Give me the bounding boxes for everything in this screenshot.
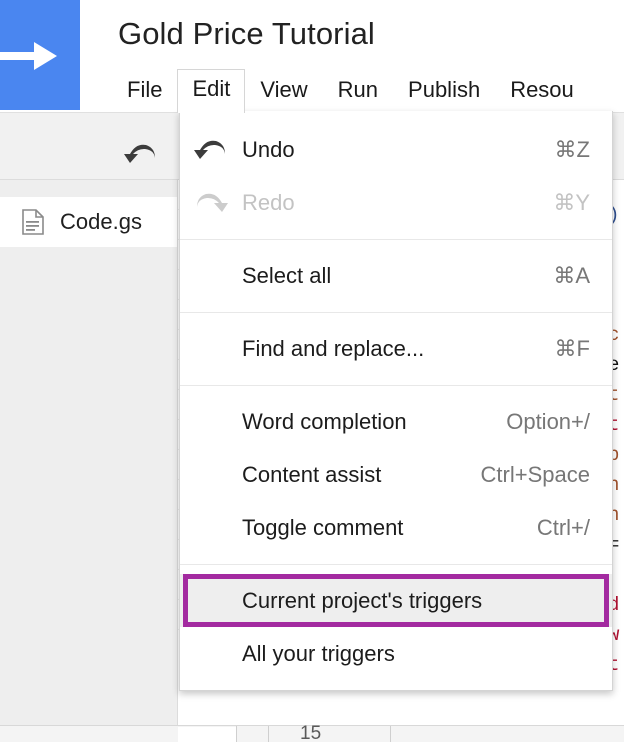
menu-item-select-all[interactable]: Select all ⌘A — [180, 249, 612, 302]
menu-item-shortcut: Ctrl+Space — [480, 461, 590, 487]
menu-item-shortcut: ⌘A — [553, 262, 590, 288]
menu-item-find-and-replace[interactable]: Find and replace... ⌘F — [180, 322, 612, 375]
menu-item-label: Find and replace... — [242, 335, 425, 361]
menu-item-label: Current project's triggers — [242, 587, 483, 613]
menu-item-label: All your triggers — [242, 640, 395, 666]
menu-separator — [180, 312, 612, 313]
menu-item-label: Word completion — [242, 408, 407, 434]
edit-dropdown-menu: Undo ⌘Z Redo ⌘Y Select all ⌘A Find and r… — [179, 111, 613, 691]
menu-item-shortcut: Ctrl+/ — [536, 514, 590, 540]
undo-arrow-icon[interactable] — [124, 141, 158, 167]
menu-item-label: Content assist — [242, 461, 382, 487]
menu-item-all-your-triggers[interactable]: All your triggers — [180, 627, 612, 680]
undo-arrow-icon — [194, 140, 225, 159]
menu-separator — [180, 385, 612, 386]
menubar-item-edit[interactable]: Edit — [177, 69, 246, 113]
menu-item-toggle-comment[interactable]: Toggle comment Ctrl+/ — [180, 501, 612, 554]
menu-item-shortcut: ⌘Y — [553, 189, 590, 215]
status-line-number: 15 — [300, 723, 322, 742]
page-title[interactable]: Gold Price Tutorial — [118, 16, 375, 52]
menu-item-label: Toggle comment — [242, 514, 404, 540]
menubar: File Edit View Run Publish Resou — [112, 69, 589, 113]
apps-script-logo[interactable] — [0, 0, 80, 110]
menubar-item-view[interactable]: View — [245, 70, 322, 112]
menu-item-redo: Redo ⌘Y — [180, 176, 612, 229]
menu-item-label: Select all — [242, 262, 332, 288]
apps-script-window: Gold Price Tutorial File Edit View Run P… — [0, 0, 624, 742]
menu-item-undo[interactable]: Undo ⌘Z — [180, 123, 612, 176]
menubar-item-publish[interactable]: Publish — [393, 70, 495, 112]
apps-script-arrow-logo-icon — [0, 42, 57, 70]
script-file-icon — [22, 209, 44, 235]
menu-separator — [180, 564, 612, 565]
menu-item-word-completion[interactable]: Word completion Option+/ — [180, 395, 612, 448]
menu-item-label: Undo — [242, 136, 295, 162]
file-list-item-label: Code.gs — [60, 209, 142, 234]
file-list-item-code-gs[interactable]: Code.gs — [0, 197, 177, 247]
menu-separator — [180, 239, 612, 240]
redo-arrow-icon — [197, 193, 228, 212]
menubar-item-run[interactable]: Run — [323, 70, 393, 112]
menu-item-label: Redo — [242, 189, 295, 215]
menu-item-content-assist[interactable]: Content assist Ctrl+Space — [180, 448, 612, 501]
menu-item-shortcut: ⌘F — [554, 335, 590, 361]
header: Gold Price Tutorial File Edit View Run P… — [0, 0, 624, 113]
menu-item-shortcut: Option+/ — [506, 408, 590, 434]
menubar-item-file[interactable]: File — [112, 70, 177, 112]
file-list: Code.gs — [0, 180, 178, 742]
status-bar: 15 — [0, 723, 624, 742]
menubar-item-resources[interactable]: Resou — [495, 70, 589, 112]
menu-item-shortcut: ⌘Z — [554, 136, 590, 162]
menu-item-current-projects-triggers[interactable]: Current project's triggers — [180, 574, 612, 627]
